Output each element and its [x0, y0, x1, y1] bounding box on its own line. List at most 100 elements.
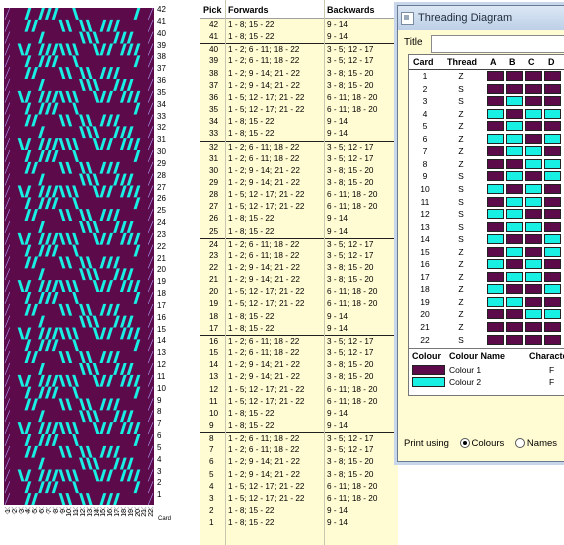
pick-row[interactable]: 24 1 - 2; 6 - 11; 18 - 22 3 - 5; 12 - 17 — [200, 237, 398, 251]
hole-cell[interactable] — [506, 296, 523, 307]
hole-cell[interactable] — [487, 146, 504, 157]
hole-cell[interactable] — [506, 83, 523, 94]
pick-row[interactable]: 38 1 - 2; 9 - 14; 21 - 22 3 - 8; 15 - 20 — [200, 68, 398, 80]
hole-cell[interactable] — [525, 334, 542, 345]
card-row[interactable]: 1Z — [409, 70, 564, 83]
hole-cell[interactable] — [525, 259, 542, 270]
hole-cell[interactable] — [506, 334, 523, 345]
hole-cell[interactable] — [544, 183, 561, 194]
print-names-label[interactable]: Names — [527, 438, 557, 449]
card-row[interactable]: 22 S — [409, 334, 564, 347]
hole-cell[interactable] — [506, 271, 523, 282]
pick-row[interactable]: 6 1 - 2; 9 - 14; 21 - 22 3 - 8; 15 - 20 — [200, 456, 398, 468]
pick-row[interactable]: 26 1 - 8; 15 - 22 9 - 14 — [200, 213, 398, 225]
thread-direction[interactable]: S — [453, 95, 469, 107]
hole-cell[interactable] — [487, 209, 504, 220]
hole-cell[interactable] — [525, 209, 542, 220]
thread-direction[interactable]: Z — [453, 258, 469, 270]
hole-cell[interactable] — [544, 322, 561, 332]
hole-cell[interactable] — [506, 71, 523, 81]
hole-cell[interactable] — [544, 108, 561, 119]
pick-row[interactable]: 29 1 - 2; 9 - 14; 21 - 22 3 - 8; 15 - 20 — [200, 177, 398, 189]
print-names-radio[interactable] — [514, 438, 525, 449]
pick-row[interactable]: 18 1 - 8; 15 - 22 9 - 14 — [200, 311, 398, 323]
pick-row[interactable]: 10 1 - 8; 15 - 22 9 - 14 — [200, 408, 398, 420]
print-colours-label[interactable]: Colours — [472, 438, 505, 449]
thread-direction[interactable]: Z — [453, 70, 469, 82]
card-row[interactable]: 21 Z — [409, 321, 564, 334]
pick-row[interactable]: 81 - 2; 6 - 11; 18 - 22 3 - 5; 12 - 17 — [200, 432, 398, 445]
hole-cell[interactable] — [525, 322, 542, 332]
card-row[interactable]: 20 Z — [409, 308, 564, 321]
hole-cell[interactable] — [544, 121, 561, 132]
pick-row[interactable]: 7 1 - 2; 6 - 11; 18 - 22 3 - 5; 12 - 17 — [200, 444, 398, 456]
hole-cell[interactable] — [487, 83, 504, 94]
pick-row[interactable]: 2 1 - 8; 15 - 22 9 - 14 — [200, 505, 398, 517]
hole-cell[interactable] — [544, 71, 561, 81]
hole-cell[interactable] — [525, 83, 542, 94]
hole-cell[interactable] — [506, 133, 523, 144]
hole-cell[interactable] — [487, 246, 504, 257]
hole-cell[interactable] — [544, 158, 561, 169]
thread-direction[interactable]: Z — [453, 321, 469, 333]
hole-cell[interactable] — [506, 221, 523, 232]
hole-cell[interactable] — [487, 196, 504, 207]
hole-cell[interactable] — [525, 296, 542, 307]
pick-row[interactable]: 21 1 - 2; 9 - 14; 21 - 22 3 - 8; 15 - 20 — [200, 274, 398, 286]
pick-row[interactable]: 39 1 - 2; 6 - 11; 18 - 22 3 - 5; 12 - 17 — [200, 55, 398, 67]
pick-row[interactable]: 9 1 - 8; 15 - 22 9 - 14 — [200, 420, 398, 432]
hole-cell[interactable] — [487, 183, 504, 194]
thread-direction[interactable]: Z — [453, 308, 469, 320]
card-row[interactable]: 3S — [409, 95, 564, 108]
title-input[interactable] — [431, 35, 564, 53]
hole-cell[interactable] — [487, 234, 504, 245]
card-row[interactable]: 2S — [409, 83, 564, 96]
card-row[interactable]: 16 Z — [409, 258, 564, 271]
hole-cell[interactable] — [487, 171, 504, 182]
hole-cell[interactable] — [525, 71, 542, 81]
pick-row[interactable]: 13 1 - 2; 9 - 14; 21 - 22 3 - 8; 15 - 20 — [200, 371, 398, 383]
hole-cell[interactable] — [544, 171, 561, 182]
hole-cell[interactable] — [506, 121, 523, 132]
card-row[interactable]: 12 S — [409, 208, 564, 221]
thread-direction[interactable]: Z — [453, 120, 469, 132]
card-row[interactable]: 7Z — [409, 145, 564, 158]
hole-cell[interactable] — [487, 296, 504, 307]
colour-row[interactable]: Colour 1 F — [409, 364, 564, 376]
card-row[interactable]: 13 S — [409, 221, 564, 234]
hole-cell[interactable] — [544, 96, 561, 107]
hole-cell[interactable] — [544, 271, 561, 282]
hole-cell[interactable] — [506, 209, 523, 220]
thread-direction[interactable]: S — [453, 196, 469, 208]
hole-cell[interactable] — [544, 221, 561, 232]
pick-row[interactable]: 33 1 - 8; 15 - 22 9 - 14 — [200, 128, 398, 140]
thread-direction[interactable]: Z — [453, 145, 469, 157]
card-row[interactable]: 10 S — [409, 183, 564, 196]
thread-direction[interactable]: Z — [453, 296, 469, 308]
thread-direction[interactable]: S — [453, 83, 469, 95]
pick-row[interactable]: 28 1 - 5; 12 - 17; 21 - 22 6 - 11; 18 - 20 — [200, 189, 398, 201]
pick-row[interactable]: 16 1 - 2; 6 - 11; 18 - 22 3 - 5; 12 - 17 — [200, 334, 398, 348]
hole-cell[interactable] — [506, 146, 523, 157]
hole-cell[interactable] — [544, 284, 561, 295]
hole-cell[interactable] — [506, 234, 523, 245]
pick-row[interactable]: 22 1 - 2; 9 - 14; 21 - 22 3 - 8; 15 - 20 — [200, 262, 398, 274]
pick-row[interactable]: 27 1 - 5; 12 - 17; 21 - 22 6 - 11; 18 - 20 — [200, 201, 398, 213]
hole-cell[interactable] — [544, 234, 561, 245]
thread-direction[interactable]: S — [453, 221, 469, 233]
thread-direction[interactable]: S — [453, 170, 469, 182]
hole-cell[interactable] — [525, 221, 542, 232]
hole-cell[interactable] — [487, 259, 504, 270]
hole-cell[interactable] — [506, 171, 523, 182]
hole-cell[interactable] — [506, 196, 523, 207]
pick-row[interactable]: 35 1 - 5; 12 - 17; 21 - 22 6 - 11; 18 - 20 — [200, 104, 398, 116]
colour-swatch[interactable] — [412, 365, 445, 375]
hole-cell[interactable] — [506, 322, 523, 332]
hole-cell[interactable] — [487, 284, 504, 295]
pick-row[interactable]: 17 1 - 8; 15 - 22 9 - 14 — [200, 323, 398, 335]
hole-cell[interactable] — [487, 96, 504, 107]
hole-cell[interactable] — [525, 196, 542, 207]
hole-cell[interactable] — [544, 133, 561, 144]
hole-cell[interactable] — [525, 183, 542, 194]
hole-cell[interactable] — [487, 158, 504, 169]
